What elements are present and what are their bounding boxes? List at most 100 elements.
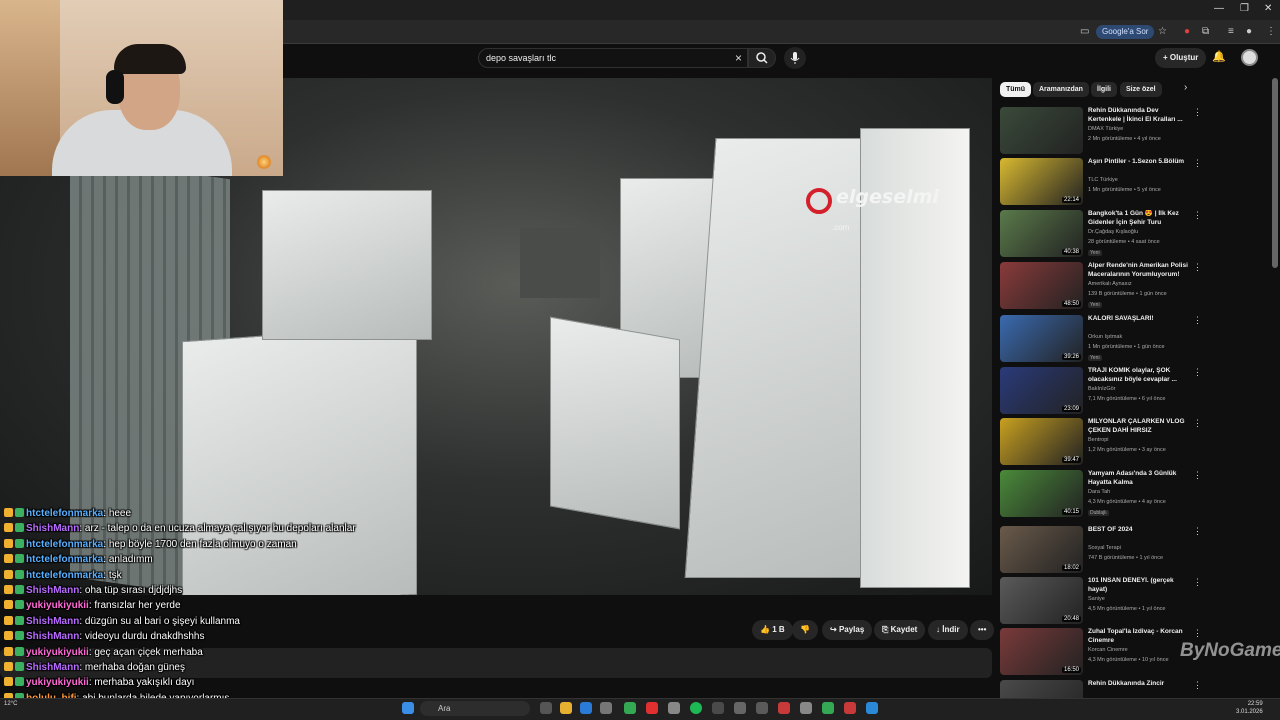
chat-username[interactable]: yukiyukiyukii [26, 677, 89, 688]
recommendation-item[interactable]: 39:47 MİLYONLAR ÇALARKEN VLOG ÇEKEN DAHİ … [1000, 418, 1210, 468]
app-icon[interactable] [756, 702, 768, 714]
chat-username[interactable]: ShishMann [26, 631, 79, 642]
menu-lines-icon[interactable]: ≡ [1228, 26, 1234, 37]
video-title[interactable]: Zuhal Topal'la İzdivaç - Korcan Cinemre [1088, 628, 1188, 645]
video-title[interactable]: MİLYONLAR ÇALARKEN VLOG ÇEKEN DAHİ HIRSI… [1088, 418, 1188, 435]
video-thumbnail[interactable] [1000, 107, 1083, 154]
channel-name[interactable]: Sosyal Terapi [1088, 545, 1121, 551]
channel-name[interactable]: Orkun Işıtmak [1088, 334, 1122, 340]
chat-username[interactable]: htctelefonmarka [26, 570, 103, 581]
more-options-icon[interactable]: ⋮ [1193, 418, 1202, 429]
notifications-bell-icon[interactable]: 🔔 [1212, 50, 1226, 63]
recommendation-item[interactable]: 23:09 TRAJİ KOMİK olaylar, ŞOK olacaksını… [1000, 367, 1210, 417]
recommendation-item[interactable]: Rehin Dükkanında Dev Kertenkele | İkinci… [1000, 107, 1210, 157]
search-input[interactable]: depo savaşları tlc × [478, 48, 748, 68]
chrome-icon[interactable] [624, 702, 636, 714]
kebab-menu-icon[interactable]: ⋮ [1266, 26, 1276, 37]
chip-for-you[interactable]: Size özel [1120, 82, 1162, 97]
more-options-icon[interactable]: ⋮ [1193, 577, 1202, 588]
channel-name[interactable]: Amerikalı Aynasız [1088, 281, 1132, 287]
more-options-icon[interactable]: ⋮ [1193, 526, 1202, 537]
more-options-icon[interactable]: ⋮ [1193, 680, 1202, 691]
telegram-icon[interactable] [866, 702, 878, 714]
video-title[interactable]: 101 İNSAN DENEYİ. (gerçek hayat) [1088, 577, 1188, 594]
recommendation-item[interactable]: 40:38 Bangkok'ta 1 Gün 😍 | İlk Kez Gidenl… [1000, 210, 1210, 260]
chip-all[interactable]: Tümü [1000, 82, 1032, 97]
profile-icon[interactable]: ● [1246, 26, 1252, 37]
video-thumbnail[interactable]: 16:50 [1000, 628, 1083, 675]
recommendation-item[interactable]: 40:15 Yamyam Adası'nda 3 Günlük Hayatta K… [1000, 470, 1210, 520]
like-button[interactable]: 👍 1 B [752, 620, 793, 640]
chat-username[interactable]: htctelefonmarka [26, 508, 103, 519]
chat-username[interactable]: htctelefonmarka [26, 554, 103, 565]
chat-username[interactable]: ShishMann [26, 523, 79, 534]
video-thumbnail[interactable]: 39:47 [1000, 418, 1083, 465]
video-title[interactable]: TRAJİ KOMİK olaylar, ŞOK olacaksınız böy… [1088, 367, 1188, 384]
more-options-icon[interactable]: ⋮ [1193, 210, 1202, 221]
more-options-icon[interactable]: ⋮ [1193, 262, 1202, 273]
close-window-button[interactable]: ✕ [1264, 3, 1272, 14]
video-title[interactable]: Bangkok'ta 1 Gün 😍 | İlk Kez Gidenler İç… [1088, 210, 1188, 227]
video-thumbnail[interactable]: 20:48 [1000, 577, 1083, 624]
app-icon[interactable] [844, 702, 856, 714]
more-options-icon[interactable]: ⋮ [1193, 367, 1202, 378]
save-button[interactable]: ⎘ Kaydet [874, 620, 926, 640]
chip-from-search[interactable]: Aramanızdan [1033, 82, 1089, 97]
channel-name[interactable]: Bentropi [1088, 437, 1109, 443]
more-options-icon[interactable]: ⋮ [1193, 158, 1202, 169]
search-button[interactable] [748, 48, 776, 68]
youtube-app-icon[interactable] [646, 702, 658, 714]
spotify-icon[interactable] [690, 702, 702, 714]
video-title[interactable]: KALORİ SAVAŞLARI! [1088, 315, 1188, 324]
channel-name[interactable]: Dr.Çağdaş Kışlaoğlu [1088, 229, 1138, 235]
share-button[interactable]: ↪ Paylaş [822, 620, 873, 640]
video-title[interactable]: Yamyam Adası'nda 3 Günlük Hayatta Kalma [1088, 470, 1188, 487]
channel-name[interactable]: Korcan Cinemre [1088, 647, 1128, 653]
recommendation-item[interactable]: 48:50 Alper Rende'nin Amerikan Polisi Mac… [1000, 262, 1210, 312]
app-icon[interactable] [668, 702, 680, 714]
video-thumbnail[interactable]: 39:26 [1000, 315, 1083, 362]
taskbar-search[interactable]: Ara [420, 701, 530, 716]
more-options-icon[interactable]: ⋮ [1193, 628, 1202, 639]
more-options-icon[interactable]: ⋮ [1193, 315, 1202, 326]
channel-name[interactable]: Dara Tah [1088, 489, 1110, 495]
app-icon[interactable] [734, 702, 746, 714]
chat-username[interactable]: ShishMann [26, 616, 79, 627]
app-icon[interactable] [800, 702, 812, 714]
file-explorer-icon[interactable] [560, 702, 572, 714]
channel-name[interactable]: Saniye [1088, 596, 1105, 602]
video-thumbnail[interactable]: 22:14 [1000, 158, 1083, 205]
recommendation-item[interactable]: 22:14 Aşırı Pintiler - 1.Sezon 5.Bölüm TLC… [1000, 158, 1210, 208]
chevron-right-icon[interactable]: › [1184, 82, 1187, 93]
extensions-puzzle-icon[interactable]: ⧉ [1202, 26, 1209, 37]
video-thumbnail[interactable]: 40:38 [1000, 210, 1083, 257]
chat-username[interactable]: htctelefonmarka [26, 539, 103, 550]
clear-search-icon[interactable]: × [735, 51, 742, 65]
chat-username[interactable]: yukiyukiyukii [26, 600, 89, 611]
bookmark-star-icon[interactable]: ☆ [1158, 26, 1167, 37]
app-icon[interactable] [778, 702, 790, 714]
google-sor-button[interactable]: Google'a Sor [1096, 25, 1155, 39]
recommendation-item[interactable]: 18:02 BEST OF 2024 Sosyal Terapi 747 B görü… [1000, 526, 1210, 576]
system-clock[interactable]: 22:59 3.01.2026 [1236, 700, 1263, 716]
account-avatar[interactable] [1241, 49, 1258, 66]
chat-username[interactable]: ShishMann [26, 585, 79, 596]
video-title[interactable]: Aşırı Pintiler - 1.Sezon 5.Bölüm [1088, 158, 1188, 167]
channel-name[interactable]: DMAX Türkiye [1088, 126, 1123, 132]
cast-icon[interactable]: ▭ [1080, 26, 1089, 37]
create-button[interactable]: + Oluştur [1155, 48, 1207, 68]
app-icon[interactable] [822, 702, 834, 714]
voice-search-button[interactable] [784, 47, 806, 69]
windows-start-icon[interactable] [402, 702, 414, 714]
app-icon[interactable] [712, 702, 724, 714]
more-options-icon[interactable]: ⋮ [1193, 107, 1202, 118]
video-thumbnail[interactable]: 48:50 [1000, 262, 1083, 309]
channel-name[interactable]: TLC Türkiye [1088, 177, 1118, 183]
maximize-button[interactable]: ❐ [1240, 3, 1249, 14]
recommendation-item[interactable]: 39:26 KALORİ SAVAŞLARI! Orkun Işıtmak 1 Mn … [1000, 315, 1210, 365]
recommendation-item[interactable]: 16:50 Zuhal Topal'la İzdivaç - Korcan Cin… [1000, 628, 1210, 678]
extension-icon[interactable]: ● [1184, 26, 1190, 37]
weather-widget[interactable]: 12°C [4, 700, 17, 708]
chat-username[interactable]: yukiyukiyukii [26, 647, 89, 658]
video-title[interactable]: Rehin Dükkanında Zincir [1088, 680, 1188, 689]
